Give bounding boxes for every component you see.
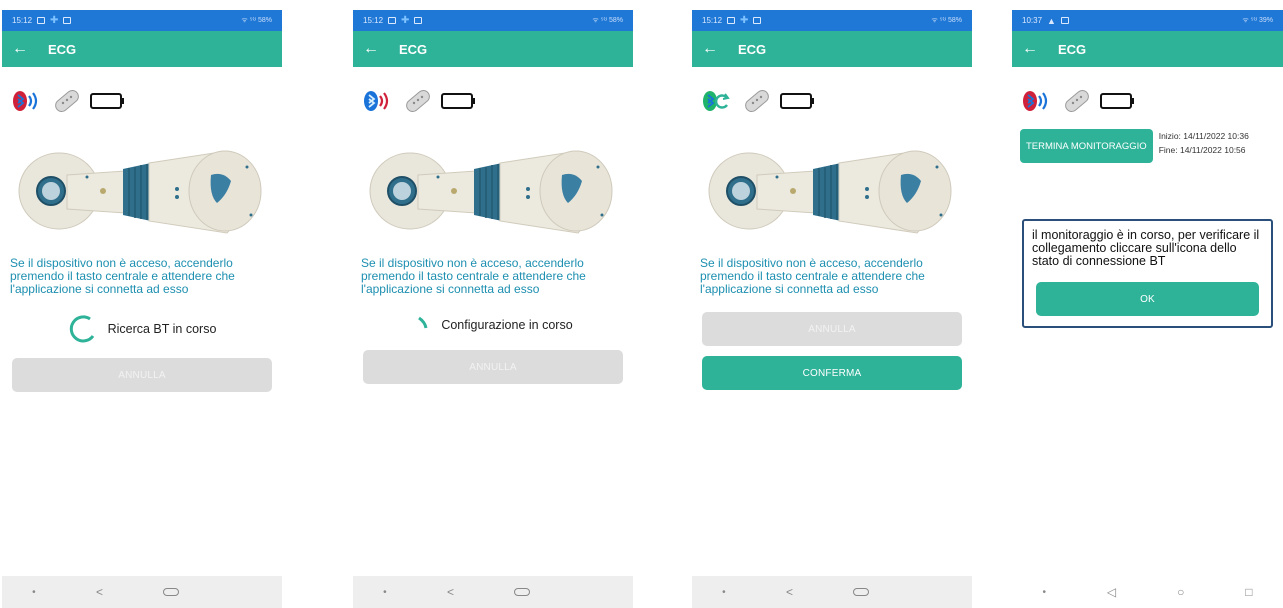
ecg-device-image bbox=[18, 150, 262, 234]
phone-screen-4: 10:37 ▲ ᯤ ⁵ᴳ 39% ← ECG TERMINA MONITORAG… bbox=[1012, 10, 1283, 608]
nav-back-button[interactable]: ◁ bbox=[1107, 585, 1116, 599]
device-status-icons bbox=[2, 67, 282, 119]
battery-icon bbox=[1100, 93, 1135, 109]
ecg-patch-icon bbox=[403, 87, 433, 115]
status-right: ᯤ ⁵ᴳ 58% bbox=[241, 17, 272, 24]
progress-label: Configurazione in corso bbox=[441, 318, 573, 332]
system-nav-bar: • < bbox=[2, 576, 282, 608]
bluetooth-sync-icon[interactable] bbox=[702, 89, 734, 113]
terminate-monitoring-button[interactable]: TERMINA MONITORAGGIO bbox=[1020, 129, 1153, 163]
progress-indicator: Configurazione in corso bbox=[353, 314, 633, 336]
page-title: ECG bbox=[48, 41, 77, 57]
device-status-icons bbox=[1012, 67, 1283, 119]
page-title: ECG bbox=[738, 41, 767, 57]
nav-dot: • bbox=[1042, 586, 1046, 598]
info-dialog: il monitoraggio è in corso, per verifica… bbox=[1022, 219, 1273, 328]
bluetooth-icon[interactable] bbox=[12, 89, 44, 113]
progress-indicator: Ricerca BT in corso bbox=[2, 314, 282, 344]
system-nav-bar: • ◁ ○ □ bbox=[1012, 576, 1283, 608]
plus-icon: ✚ bbox=[740, 14, 749, 26]
status-right: ᯤ ⁵ᴳ 39% bbox=[1242, 17, 1273, 24]
ecg-device-image bbox=[369, 150, 613, 234]
progress-label: Ricerca BT in corso bbox=[107, 322, 217, 336]
nav-dot: • bbox=[32, 586, 36, 598]
notification-icon bbox=[1060, 17, 1069, 24]
battery-icon bbox=[780, 93, 815, 109]
system-nav-bar: • < bbox=[353, 576, 633, 608]
clock: 15:12 bbox=[363, 16, 384, 25]
monitoring-header: TERMINA MONITORAGGIO Inizio: 14/11/2022 … bbox=[1012, 119, 1283, 163]
back-arrow-icon[interactable]: ← bbox=[363, 40, 387, 58]
notification-icon bbox=[63, 17, 72, 24]
ok-button[interactable]: OK bbox=[1036, 282, 1259, 316]
cancel-button[interactable]: ANNULLA bbox=[363, 350, 623, 384]
ecg-patch-icon bbox=[1062, 87, 1092, 115]
cancel-button[interactable]: ANNULLA bbox=[12, 358, 272, 392]
instruction-text: Se il dispositivo non è acceso, accender… bbox=[700, 256, 925, 296]
nav-dot: • bbox=[722, 586, 726, 598]
device-status-icons bbox=[692, 67, 972, 119]
nav-back-button[interactable]: < bbox=[96, 585, 103, 599]
instruction-text: Se il dispositivo non è acceso, accender… bbox=[10, 256, 235, 296]
back-arrow-icon[interactable]: ← bbox=[12, 40, 36, 58]
ecg-patch-icon bbox=[742, 87, 772, 115]
back-arrow-icon[interactable]: ← bbox=[702, 40, 726, 58]
phone-screen-2: 15:12 ✚ ᯤ ⁵ᴳ 58% ← ECG Se il dispositivo… bbox=[353, 10, 633, 608]
instruction-text: Se il dispositivo non è acceso, accender… bbox=[361, 256, 586, 296]
nav-dot: • bbox=[383, 586, 387, 598]
status-right: ᯤ ⁵ᴳ 58% bbox=[931, 17, 962, 24]
dialog-message: il monitoraggio è in corso, per verifica… bbox=[1032, 228, 1260, 268]
nav-home-button[interactable] bbox=[514, 588, 531, 596]
end-time: Fine: 14/11/2022 10:56 bbox=[1158, 145, 1246, 155]
back-arrow-icon[interactable]: ← bbox=[1022, 40, 1046, 58]
device-status-icons bbox=[353, 67, 633, 119]
spinner-icon bbox=[418, 316, 428, 329]
page-title: ECG bbox=[1058, 41, 1087, 57]
nav-back-button[interactable]: < bbox=[447, 585, 454, 599]
cancel-button[interactable]: ANNULLA bbox=[702, 312, 962, 346]
bluetooth-icon[interactable] bbox=[1022, 89, 1054, 113]
confirm-button[interactable]: CONFERMA bbox=[702, 356, 962, 390]
nav-home-button[interactable]: ○ bbox=[1177, 585, 1184, 599]
bluetooth-icon[interactable] bbox=[363, 89, 395, 113]
plus-icon: ✚ bbox=[50, 14, 59, 26]
app-bar: ← ECG bbox=[2, 31, 282, 67]
page-title: ECG bbox=[399, 41, 428, 57]
nav-recents-button[interactable]: □ bbox=[1245, 585, 1252, 599]
warning-icon: ▲ bbox=[1047, 15, 1056, 26]
clock: 15:12 bbox=[12, 16, 33, 25]
battery-icon bbox=[441, 93, 476, 109]
monitoring-dates: Inizio: 14/11/2022 10:36 Fine: 14/11/202… bbox=[1159, 129, 1249, 157]
spinner-icon bbox=[69, 315, 94, 343]
ecg-device-image bbox=[708, 150, 952, 234]
phone-screen-3: 15:12 ✚ ᯤ ⁵ᴳ 58% ← ECG Se il dispositivo… bbox=[692, 10, 972, 608]
ecg-patch-icon bbox=[52, 87, 82, 115]
phone-screen-1: 15:12 ✚ ᯤ ⁵ᴳ 58% ← ECG Se il dispositivo… bbox=[2, 10, 282, 608]
status-bar: 15:12 ✚ ᯤ ⁵ᴳ 58% bbox=[353, 10, 633, 31]
nav-home-button[interactable] bbox=[853, 588, 870, 596]
system-nav-bar: • < bbox=[692, 576, 972, 608]
nav-back-button[interactable]: < bbox=[786, 585, 793, 599]
notification-icon bbox=[727, 17, 736, 24]
start-time: Inizio: 14/11/2022 10:36 bbox=[1158, 131, 1249, 141]
battery-icon bbox=[90, 93, 125, 109]
notification-icon bbox=[414, 17, 423, 24]
clock: 10:37 bbox=[1022, 16, 1043, 25]
app-bar: ← ECG bbox=[692, 31, 972, 67]
status-bar: 15:12 ✚ ᯤ ⁵ᴳ 58% bbox=[692, 10, 972, 31]
notification-icon bbox=[753, 17, 762, 24]
clock: 15:12 bbox=[702, 16, 723, 25]
status-bar: 15:12 ✚ ᯤ ⁵ᴳ 58% bbox=[2, 10, 282, 31]
status-right: ᯤ ⁵ᴳ 58% bbox=[592, 17, 623, 24]
plus-icon: ✚ bbox=[401, 14, 410, 26]
notification-icon bbox=[388, 17, 397, 24]
nav-home-button[interactable] bbox=[163, 588, 180, 596]
notification-icon bbox=[37, 17, 46, 24]
app-bar: ← ECG bbox=[1012, 31, 1283, 67]
app-bar: ← ECG bbox=[353, 31, 633, 67]
status-bar: 10:37 ▲ ᯤ ⁵ᴳ 39% bbox=[1012, 10, 1283, 31]
